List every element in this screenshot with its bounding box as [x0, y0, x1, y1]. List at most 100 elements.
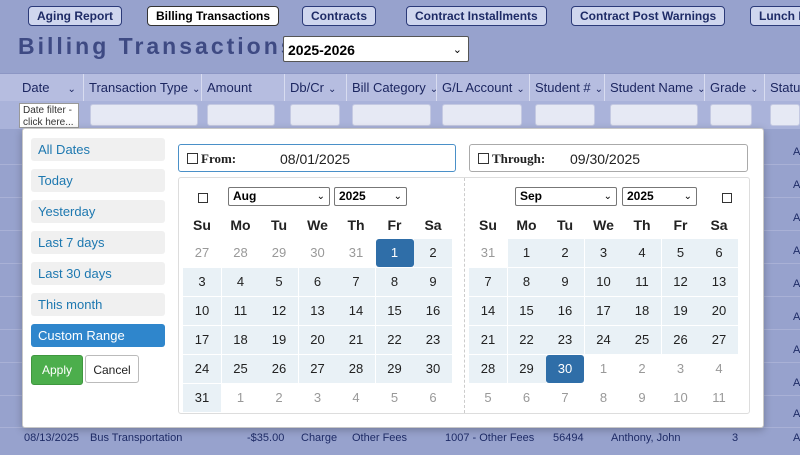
range-custom[interactable]: Custom Range	[31, 324, 165, 347]
calendar-day[interactable]: 22	[507, 326, 546, 354]
calendar-day[interactable]: 5	[260, 268, 298, 296]
filter-transaction-type[interactable]	[90, 104, 198, 126]
calendar-day[interactable]: 10	[662, 384, 700, 412]
calendar-day[interactable]: 19	[661, 297, 700, 325]
calendar-day[interactable]: 7	[337, 268, 375, 296]
calendar-day[interactable]: 6	[700, 239, 738, 267]
table-row[interactable]: 08/13/2025 Bus Transportation -$35.00 Ch…	[0, 427, 800, 451]
filter-grade[interactable]	[710, 104, 752, 126]
left-year-select[interactable]: 2025 ⌄	[334, 187, 407, 206]
range-yesterday[interactable]: Yesterday	[31, 200, 165, 223]
range-this-month[interactable]: This month	[31, 293, 165, 316]
calendar-day[interactable]: 31	[469, 239, 507, 267]
calendar-day[interactable]: 13	[298, 297, 337, 325]
tab-contracts[interactable]: Contracts	[302, 6, 377, 26]
filter-student-name[interactable]	[610, 104, 698, 126]
calendar-day[interactable]: 29	[375, 355, 414, 383]
range-last-30-days[interactable]: Last 30 days	[31, 262, 165, 285]
calendar-day[interactable]: 4	[337, 384, 375, 412]
calendar-day[interactable]: 27	[183, 239, 221, 267]
calendar-day[interactable]: 27	[700, 326, 738, 354]
calendar-day[interactable]: 9	[623, 384, 661, 412]
calendar-day[interactable]: 30	[299, 239, 337, 267]
calendar-day[interactable]: 16	[546, 297, 584, 325]
calendar-day[interactable]: 7	[546, 384, 584, 412]
left-month-select[interactable]: Aug ⌄	[228, 187, 330, 206]
calendar-day[interactable]: 11	[623, 268, 661, 296]
calendar-day[interactable]: 10	[584, 268, 623, 296]
calendar-day[interactable]: 29	[260, 239, 298, 267]
calendar-day[interactable]: 21	[469, 326, 507, 354]
calendar-day[interactable]: 1	[375, 239, 414, 267]
calendar-day[interactable]: 28	[222, 239, 260, 267]
calendar-day[interactable]: 23	[546, 326, 584, 354]
calendar-day[interactable]: 23	[414, 326, 452, 354]
calendar-day[interactable]: 16	[414, 297, 452, 325]
calendar-day[interactable]: 15	[507, 297, 546, 325]
calendar-day[interactable]: 6	[414, 384, 452, 412]
calendar-day[interactable]: 27	[298, 355, 337, 383]
calendar-day[interactable]: 24	[584, 326, 623, 354]
filter-gl-account[interactable]	[442, 104, 522, 126]
calendar-day[interactable]: 17	[584, 297, 623, 325]
calendar-day[interactable]: 30	[546, 355, 584, 383]
calendar-day[interactable]: 5	[661, 239, 700, 267]
calendar-day[interactable]: 6	[508, 384, 546, 412]
calendar-day[interactable]: 29	[507, 355, 546, 383]
filter-amount[interactable]	[207, 104, 275, 126]
calendar-day[interactable]: 14	[469, 297, 507, 325]
calendar-day[interactable]: 2	[260, 384, 298, 412]
tab-contract-installments[interactable]: Contract Installments	[406, 6, 547, 26]
calendar-day[interactable]: 8	[375, 268, 414, 296]
apply-button[interactable]: Apply	[31, 355, 83, 385]
column-header-student-name[interactable]: Student Name ⌄	[605, 74, 705, 102]
calendar-day[interactable]: 8	[585, 384, 623, 412]
prev-month-checkbox[interactable]	[198, 193, 208, 203]
calendar-day[interactable]: 31	[337, 239, 375, 267]
calendar-day[interactable]: 28	[469, 355, 507, 383]
right-month-select[interactable]: Sep ⌄	[515, 187, 617, 206]
calendar-day[interactable]: 11	[221, 297, 260, 325]
column-header-transaction-type[interactable]: Transaction Type ⌄	[84, 74, 202, 102]
calendar-day[interactable]: 18	[221, 326, 260, 354]
calendar-day[interactable]: 24	[183, 355, 221, 383]
range-last-7-days[interactable]: Last 7 days	[31, 231, 165, 254]
through-checkbox[interactable]	[478, 153, 489, 164]
calendar-day[interactable]: 3	[662, 355, 700, 383]
calendar-day[interactable]: 4	[700, 355, 738, 383]
calendar-day[interactable]: 1	[222, 384, 260, 412]
calendar-day[interactable]: 18	[623, 297, 661, 325]
calendar-day[interactable]: 12	[661, 268, 700, 296]
from-checkbox[interactable]	[187, 153, 198, 164]
column-header-student-no[interactable]: Student # ⌄	[530, 74, 605, 102]
calendar-day[interactable]: 20	[700, 297, 738, 325]
column-header-date[interactable]: Date ⌄	[17, 74, 84, 102]
range-all-dates[interactable]: All Dates	[31, 138, 165, 161]
calendar-day[interactable]: 2	[623, 355, 661, 383]
cancel-button[interactable]: Cancel	[85, 355, 139, 383]
calendar-day[interactable]: 3	[584, 239, 623, 267]
tab-lunch[interactable]: Lunch P	[750, 6, 800, 26]
column-header-status[interactable]: Status	[765, 74, 800, 102]
calendar-day[interactable]: 13	[700, 268, 738, 296]
right-year-select[interactable]: 2025 ⌄	[622, 187, 697, 206]
tab-aging-report[interactable]: Aging Report	[28, 6, 122, 26]
column-header-grade[interactable]: Grade ⌄	[705, 74, 765, 102]
tab-contract-post-warnings[interactable]: Contract Post Warnings	[571, 6, 726, 26]
range-today[interactable]: Today	[31, 169, 165, 192]
calendar-day[interactable]: 25	[221, 355, 260, 383]
calendar-day[interactable]: 17	[183, 326, 221, 354]
calendar-day[interactable]: 28	[337, 355, 375, 383]
calendar-day[interactable]: 1	[507, 239, 546, 267]
calendar-day[interactable]: 22	[375, 326, 414, 354]
calendar-day[interactable]: 5	[469, 384, 507, 412]
calendar-day[interactable]: 11	[700, 384, 738, 412]
filter-status[interactable]	[770, 104, 800, 126]
column-header-amount[interactable]: Amount	[202, 74, 285, 102]
calendar-day[interactable]: 3	[183, 268, 221, 296]
calendar-day[interactable]: 9	[546, 268, 584, 296]
calendar-day[interactable]: 20	[298, 326, 337, 354]
tab-billing-transactions[interactable]: Billing Transactions	[147, 6, 280, 26]
calendar-day[interactable]: 14	[337, 297, 375, 325]
calendar-day[interactable]: 9	[414, 268, 452, 296]
